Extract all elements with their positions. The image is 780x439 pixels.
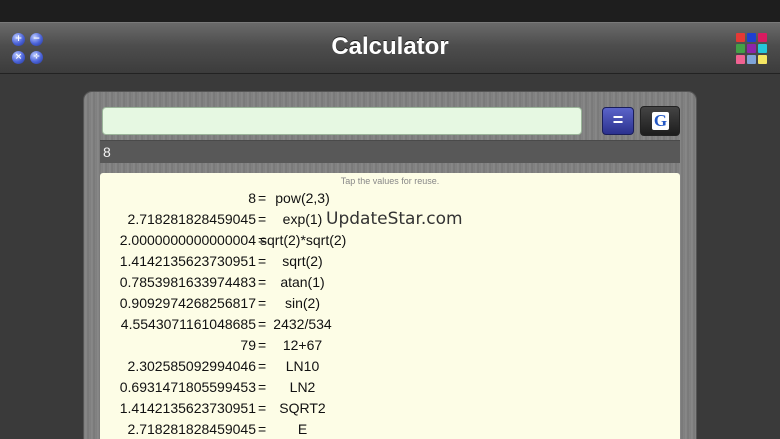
history-value[interactable]: 1.4142135623730951 [120, 251, 256, 272]
grid-square [758, 33, 767, 42]
google-button[interactable]: G [640, 106, 680, 136]
history-expression[interactable]: atan(1) [260, 272, 345, 293]
history-expression[interactable]: E [260, 419, 345, 439]
status-strip [0, 0, 780, 22]
history-value[interactable]: 0.6931471805599453 [120, 377, 256, 398]
history-value[interactable]: 4.5543071161048685 [121, 314, 256, 335]
history-value[interactable]: 0.9092974268256817 [120, 293, 256, 314]
history-value[interactable]: 0.7853981633974483 [120, 272, 256, 293]
history-expression[interactable]: 2432/534 [260, 314, 345, 335]
history-expression[interactable]: sqrt(2) [260, 251, 345, 272]
history-row[interactable]: 2.0000000000000004 = sqrt(2)*sqrt(2) [100, 230, 680, 251]
expression-input[interactable] [102, 107, 582, 135]
history-value[interactable]: 2.0000000000000004 [120, 230, 256, 251]
history-expression[interactable]: sin(2) [260, 293, 345, 314]
grid-square [736, 44, 745, 53]
history-row[interactable]: 2.718281828459045 = E [100, 419, 680, 439]
history-row[interactable]: 1.4142135623730951 = sqrt(2) [100, 251, 680, 272]
history-expression[interactable]: pow(2,3) [260, 188, 345, 209]
grid-square [747, 33, 756, 42]
history-row[interactable]: 0.7853981633974483 = atan(1) [100, 272, 680, 293]
grid-square [747, 44, 756, 53]
result-display: 8 [100, 140, 680, 163]
history-row[interactable]: 2.718281828459045 = exp(1) [100, 209, 680, 230]
history-row[interactable]: 79 = 12+67 [100, 335, 680, 356]
page-title: Calculator [331, 33, 449, 60]
history-expression[interactable]: SQRT2 [260, 398, 345, 419]
grid-square [736, 33, 745, 42]
history-value[interactable]: 8 [248, 188, 256, 209]
history-expression[interactable]: LN2 [260, 377, 345, 398]
history-value[interactable]: 2.718281828459045 [128, 209, 256, 230]
history-hint: Tap the values for reuse. [340, 176, 440, 186]
history-value[interactable]: 2.718281828459045 [128, 419, 256, 439]
history-row[interactable]: 1.4142135623730951 = SQRT2 [100, 398, 680, 419]
history-value[interactable]: 79 [240, 335, 256, 356]
color-grid-icon[interactable] [736, 33, 768, 65]
history-row[interactable]: 0.6931471805599453 = LN2 [100, 377, 680, 398]
grid-square [758, 44, 767, 53]
history-row[interactable]: 8 = pow(2,3) [100, 188, 680, 209]
history-expression[interactable]: exp(1) [260, 209, 345, 230]
grid-square [747, 55, 756, 64]
history-expression[interactable]: 12+67 [260, 335, 345, 356]
history-row[interactable]: 2.302585092994046 = LN10 [100, 356, 680, 377]
history-list: Tap the values for reuse. UpdateStar.com… [100, 173, 680, 439]
history-value[interactable]: 2.302585092994046 [128, 356, 256, 377]
google-g-icon: G [652, 111, 669, 130]
history-expression[interactable]: sqrt(2)*sqrt(2) [260, 230, 346, 251]
grid-square [758, 55, 767, 64]
history-expression[interactable]: LN10 [260, 356, 345, 377]
history-row[interactable]: 0.9092974268256817 = sin(2) [100, 293, 680, 314]
history-value[interactable]: 1.4142135623730951 [120, 398, 256, 419]
grid-square [736, 55, 745, 64]
equals-button[interactable]: = [602, 107, 634, 135]
title-bar: + − × ÷ Calculator [0, 22, 780, 74]
history-row[interactable]: 4.5543071161048685 = 2432/534 [100, 314, 680, 335]
